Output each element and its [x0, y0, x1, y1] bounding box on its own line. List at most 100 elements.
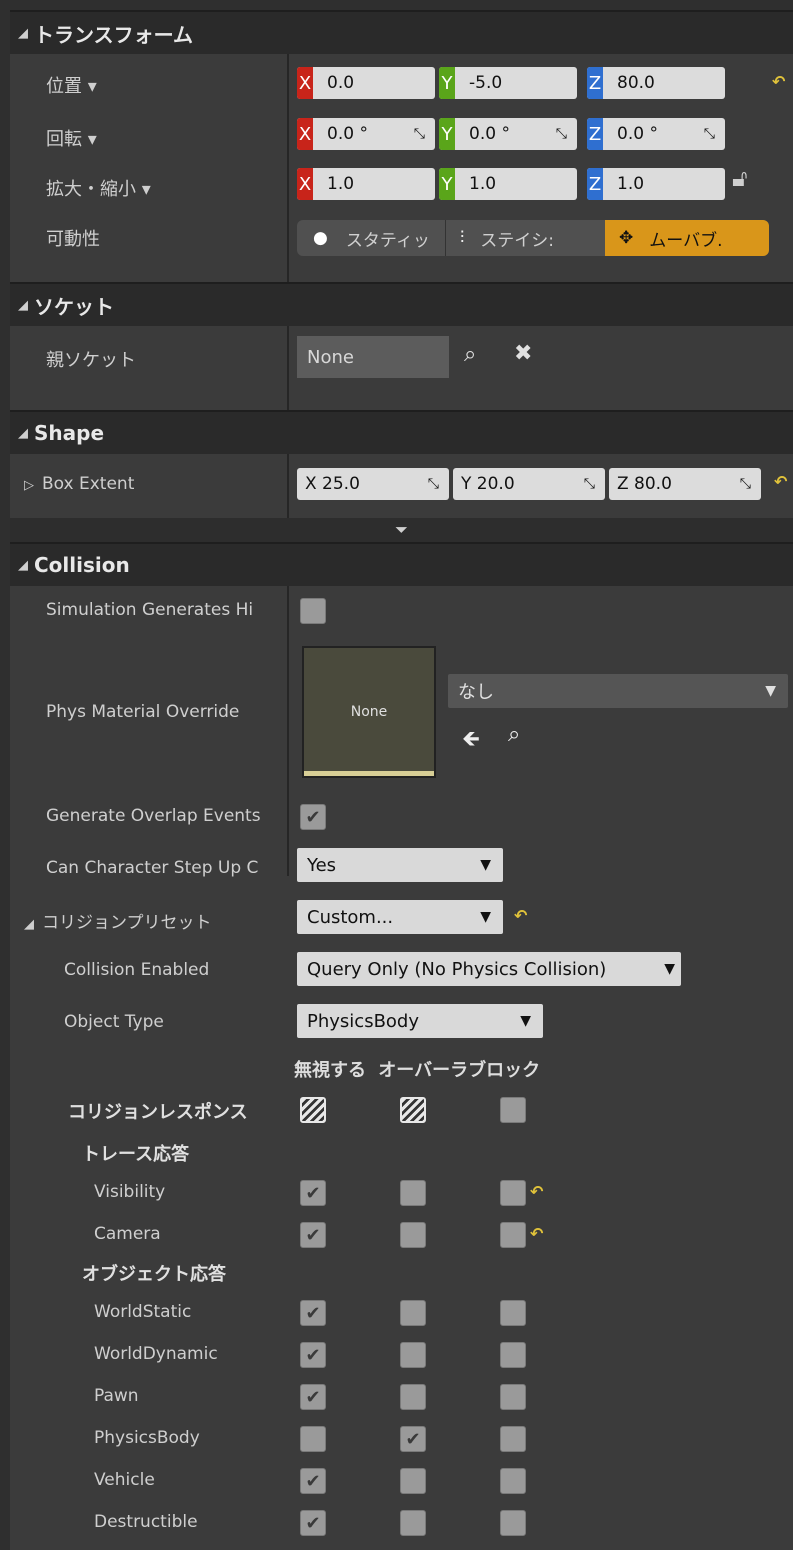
- overlap-events-label: Generate Overlap Events: [46, 806, 261, 826]
- box-extent-z-field[interactable]: Z 80.0 ⤡: [609, 468, 761, 500]
- response-row-label: WorldStatic: [94, 1302, 192, 1322]
- mobility-label: 可動性: [46, 229, 100, 250]
- response-ignore-checkbox[interactable]: ✔: [300, 1180, 326, 1206]
- response-block-checkbox[interactable]: [500, 1384, 526, 1410]
- parent-socket-label: 親ソケット: [46, 350, 136, 371]
- rotation-z-field[interactable]: Z 0.0 ° ⤡: [587, 118, 725, 150]
- response-block-checkbox[interactable]: [500, 1426, 526, 1452]
- box-extent-x-field[interactable]: X 25.0 ⤡: [297, 468, 449, 500]
- clear-icon[interactable]: ✖: [514, 341, 532, 366]
- collapse-triangle-icon: ◢: [18, 25, 28, 41]
- static-dot-icon: ●: [313, 228, 328, 248]
- sim-hit-label: Simulation Generates Hi: [46, 600, 254, 620]
- object-type-dropdown[interactable]: PhysicsBody ▼: [297, 1004, 543, 1038]
- response-columns-header: 無視する オーバーラブロック: [294, 1060, 541, 1081]
- rotation-y-field[interactable]: Y 0.0 ° ⤡: [439, 118, 577, 150]
- trace-responses-header: トレース応答: [82, 1144, 190, 1165]
- rotation-label[interactable]: 回転 ▾: [46, 125, 97, 151]
- details-panel: ◢ トランスフォーム 位置 ▾ 回転 ▾ 拡大・縮小 ▾ 可動性 X 0.0 Y-…: [10, 10, 793, 1550]
- response-ignore-checkbox[interactable]: [300, 1426, 326, 1452]
- unlock-icon[interactable]: 🔓︎: [732, 164, 748, 192]
- responses-overlap-all-checkbox[interactable]: [400, 1097, 426, 1123]
- spin-arrows-icon: ⤡: [703, 126, 715, 142]
- object-type-label: Object Type: [64, 1012, 164, 1032]
- spin-arrows-icon: ⤡: [555, 126, 567, 142]
- response-row-label: PhysicsBody: [94, 1428, 200, 1448]
- response-row-label: Vehicle: [94, 1470, 155, 1490]
- object-responses-header: オブジェクト応答: [82, 1264, 226, 1285]
- sliders-icon: ⫶: [460, 228, 465, 248]
- collision-preset-dropdown[interactable]: Custom... ▼: [297, 900, 503, 934]
- response-overlap-checkbox[interactable]: [400, 1180, 426, 1206]
- response-block-checkbox[interactable]: [500, 1468, 526, 1494]
- response-overlap-checkbox[interactable]: [400, 1384, 426, 1410]
- mobility-static-option[interactable]: ● スタティッ: [297, 220, 445, 256]
- scale-label[interactable]: 拡大・縮小 ▾: [46, 175, 151, 201]
- shape-section-header[interactable]: ◢ Shape: [10, 410, 793, 454]
- location-y-field[interactable]: Y -5.0: [439, 67, 577, 99]
- location-z-field[interactable]: Z 80.0: [587, 67, 725, 99]
- scale-y-field[interactable]: Y 1.0: [439, 168, 577, 200]
- socket-section-header[interactable]: ◢ ソケット: [10, 282, 793, 326]
- response-row-label: Destructible: [94, 1512, 198, 1532]
- collision-preset-label[interactable]: ◢ コリジョンプリセット: [24, 908, 212, 933]
- collision-enabled-label: Collision Enabled: [64, 960, 210, 980]
- response-row-label: Pawn: [94, 1386, 139, 1406]
- response-ignore-checkbox[interactable]: ✔: [300, 1300, 326, 1326]
- scale-z-field[interactable]: Z 1.0: [587, 168, 725, 200]
- browse-search-icon[interactable]: ⌕: [508, 722, 520, 747]
- response-row-label: WorldDynamic: [94, 1344, 218, 1364]
- phys-material-thumbnail[interactable]: None: [302, 646, 436, 778]
- move-arrows-icon: ✥: [619, 228, 634, 248]
- section-title: トランスフォーム: [34, 22, 193, 47]
- phys-material-dropdown[interactable]: なし ▼: [448, 674, 788, 708]
- response-ignore-checkbox[interactable]: ✔: [300, 1468, 326, 1494]
- response-overlap-checkbox[interactable]: [400, 1342, 426, 1368]
- box-extent-y-field[interactable]: Y 20.0 ⤡: [453, 468, 605, 500]
- reset-icon[interactable]: ↶: [772, 72, 785, 91]
- mobility-movable-option[interactable]: ✥ ムーバブ.: [605, 220, 769, 256]
- overlap-events-checkbox[interactable]: ✔: [300, 804, 326, 830]
- response-overlap-checkbox[interactable]: [400, 1300, 426, 1326]
- response-ignore-checkbox[interactable]: ✔: [300, 1384, 326, 1410]
- response-ignore-checkbox[interactable]: ✔: [300, 1342, 326, 1368]
- response-block-checkbox[interactable]: [500, 1342, 526, 1368]
- mobility-toggle: ● スタティッ ⫶ ステイシ: ✥ ムーバブ.: [297, 220, 769, 256]
- response-ignore-checkbox[interactable]: ✔: [300, 1222, 326, 1248]
- response-overlap-checkbox[interactable]: ✔: [400, 1426, 426, 1452]
- response-overlap-checkbox[interactable]: [400, 1510, 426, 1536]
- response-row-label: Visibility: [94, 1182, 166, 1202]
- reset-icon[interactable]: ↶: [774, 472, 787, 491]
- use-selected-arrow-icon[interactable]: 🡸: [462, 722, 480, 760]
- collision-section-header[interactable]: ◢ Collision: [10, 542, 793, 586]
- phys-material-label: Phys Material Override: [46, 702, 240, 722]
- response-block-checkbox[interactable]: [500, 1300, 526, 1326]
- response-block-checkbox[interactable]: [500, 1180, 526, 1206]
- reset-icon[interactable]: ↶: [514, 906, 527, 925]
- step-up-label: Can Character Step Up C: [46, 858, 259, 878]
- advanced-expand-arrow-icon[interactable]: ⏷: [10, 518, 793, 542]
- transform-section-header[interactable]: ◢ トランスフォーム: [10, 10, 793, 54]
- response-block-checkbox[interactable]: [500, 1222, 526, 1248]
- parent-socket-field[interactable]: None: [297, 336, 449, 378]
- response-block-checkbox[interactable]: [500, 1510, 526, 1536]
- mobility-stationary-option[interactable]: ⫶ ステイシ:: [445, 220, 605, 256]
- search-icon[interactable]: ⌕: [464, 342, 476, 367]
- response-overlap-checkbox[interactable]: [400, 1468, 426, 1494]
- responses-block-all-checkbox[interactable]: [500, 1097, 526, 1123]
- response-overlap-checkbox[interactable]: [400, 1222, 426, 1248]
- rotation-x-field[interactable]: X 0.0 ° ⤡: [297, 118, 435, 150]
- reset-icon[interactable]: ↶: [530, 1182, 543, 1201]
- location-x-field[interactable]: X 0.0: [297, 67, 435, 99]
- box-extent-label[interactable]: ▷ Box Extent: [24, 474, 134, 494]
- scale-x-field[interactable]: X 1.0: [297, 168, 435, 200]
- collision-enabled-dropdown[interactable]: Query Only (No Physics Collision) ▼: [297, 952, 681, 986]
- sim-hit-checkbox[interactable]: [300, 598, 326, 624]
- reset-icon[interactable]: ↶: [530, 1224, 543, 1243]
- step-up-dropdown[interactable]: Yes ▼: [297, 848, 503, 882]
- spin-arrows-icon: ⤡: [413, 126, 425, 142]
- location-label[interactable]: 位置 ▾: [46, 72, 97, 98]
- response-ignore-checkbox[interactable]: ✔: [300, 1510, 326, 1536]
- responses-ignore-all-checkbox[interactable]: [300, 1097, 326, 1123]
- response-row-label: Camera: [94, 1224, 161, 1244]
